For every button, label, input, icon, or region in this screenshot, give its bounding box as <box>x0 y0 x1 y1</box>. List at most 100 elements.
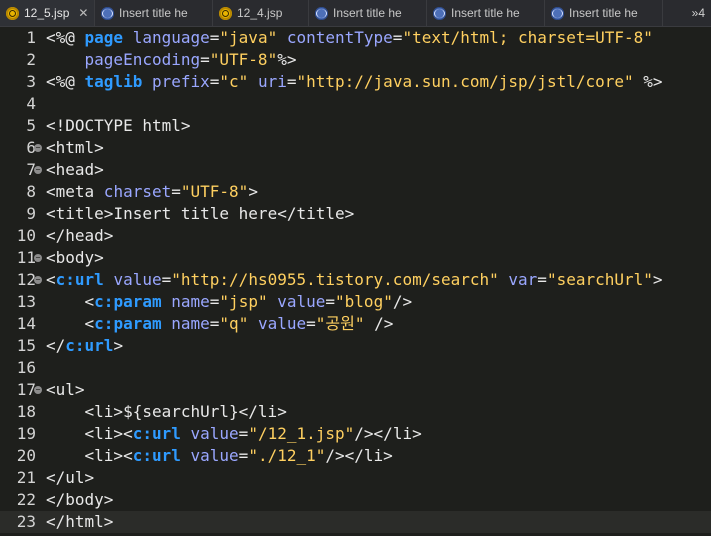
code-line[interactable]: 6− <html> <box>0 137 711 159</box>
line-number: 14 <box>16 314 36 333</box>
code-token: "q" <box>219 314 249 333</box>
web-page-icon <box>551 6 564 20</box>
code-text: </head> <box>46 225 113 247</box>
line-number: 17 <box>16 380 36 399</box>
line-number: 20 <box>16 446 36 465</box>
code-token: </head> <box>46 226 114 245</box>
code-line[interactable]: 9 <title>Insert title here</title> <box>0 203 711 225</box>
code-token: "UTF-8" <box>209 50 278 69</box>
tab-2[interactable]: Insert title he <box>95 0 213 26</box>
code-token: "http://java.sun.com/jsp/jstl/core" <box>296 72 634 91</box>
fold-collapse-icon[interactable]: − <box>34 386 42 394</box>
code-token: = <box>392 28 403 47</box>
code-line[interactable]: 19 <li><c:url value="/12_1.jsp"/></li> <box>0 423 711 445</box>
tab-label: Insert title he <box>119 6 188 20</box>
code-token: < <box>46 292 95 311</box>
line-number: 3 <box>26 72 36 91</box>
tab-6[interactable]: Insert title he <box>545 0 663 26</box>
line-number: 21 <box>16 468 36 487</box>
code-line[interactable]: 1 <%@ page language="java" contentType="t… <box>0 27 711 49</box>
code-line[interactable]: 20 <li><c:url value="./12_1"/></li> <box>0 445 711 467</box>
code-token: <li> <box>46 402 124 421</box>
tab-label: Insert title he <box>333 6 402 20</box>
line-number: 10 <box>16 226 36 245</box>
code-token: = <box>200 50 210 69</box>
code-token: %> <box>633 72 663 91</box>
code-editor[interactable]: 1 <%@ page language="java" contentType="t… <box>0 27 711 536</box>
code-line[interactable]: 2 pageEncoding="UTF-8"%> <box>0 49 711 71</box>
code-token: value <box>180 446 239 465</box>
code-line[interactable]: 11− <body> <box>0 247 711 269</box>
jsp-file-icon <box>219 6 232 20</box>
code-token: > <box>113 336 124 355</box>
code-token: "./12_1" <box>248 446 326 465</box>
code-text: </ul> <box>46 467 94 489</box>
code-token: = <box>537 270 547 289</box>
code-line[interactable]: 23 </html> <box>0 511 711 533</box>
code-token: /></li> <box>354 424 422 443</box>
code-token: c:param <box>94 292 162 311</box>
code-token: language <box>123 28 210 47</box>
code-token: </title> <box>277 204 355 223</box>
fold-collapse-icon[interactable]: − <box>34 276 42 284</box>
code-text: <!DOCTYPE html> <box>46 115 191 137</box>
code-token: > <box>248 182 258 201</box>
code-token: <html> <box>46 138 104 157</box>
code-token: < <box>46 270 56 289</box>
code-token: "text/html; charset=UTF-8" <box>402 28 653 47</box>
code-token: < <box>46 314 95 333</box>
close-icon[interactable]: ✕ <box>78 6 88 20</box>
code-text: <li><c:url value="/12_1.jsp"/></li> <box>46 423 422 445</box>
code-token: = <box>238 446 249 465</box>
code-token: <head> <box>46 160 104 179</box>
code-token: </body> <box>46 490 114 509</box>
code-token: var <box>498 270 538 289</box>
code-token: /></li> <box>325 446 393 465</box>
code-text: <head> <box>46 159 104 181</box>
code-line[interactable]: 16 <box>0 357 711 379</box>
code-token: <body> <box>46 248 104 267</box>
code-token: <title> <box>46 204 114 223</box>
code-token: value <box>267 292 326 311</box>
code-line[interactable]: 15 </c:url> <box>0 335 711 357</box>
fold-collapse-icon[interactable]: − <box>34 166 42 174</box>
tab-overflow-button[interactable]: »4 <box>686 0 711 26</box>
line-number: 12 <box>16 270 36 289</box>
code-token: </ <box>46 336 66 355</box>
tab-3[interactable]: 12_4.jsp <box>213 0 309 26</box>
tab-5[interactable]: Insert title he <box>427 0 545 26</box>
code-text: <li>${searchUrl}</li> <box>46 401 287 423</box>
code-text: <c:url value="http://hs0955.tistory.com/… <box>46 269 663 291</box>
jsp-file-icon <box>6 6 19 20</box>
code-token: = <box>209 28 220 47</box>
code-line[interactable]: 18 <li>${searchUrl}</li> <box>0 401 711 423</box>
code-token: = <box>171 182 181 201</box>
code-line[interactable]: 10 </head> <box>0 225 711 247</box>
code-line[interactable]: 14 <c:param name="q" value="공원" /> <box>0 313 711 335</box>
code-token: page <box>84 28 124 47</box>
code-line[interactable]: 5 <!DOCTYPE html> <box>0 115 711 137</box>
code-line[interactable]: 8 <meta charset="UTF-8"> <box>0 181 711 203</box>
code-token: "searchUrl" <box>546 270 653 289</box>
code-line[interactable]: 17− <ul> <box>0 379 711 401</box>
fold-collapse-icon[interactable]: − <box>34 144 42 152</box>
code-line[interactable]: 7− <head> <box>0 159 711 181</box>
code-token: = <box>209 72 220 91</box>
code-text: <%@ page language="java" contentType="te… <box>46 27 653 49</box>
code-token: <li>< <box>46 424 133 443</box>
code-text: <c:param name="q" value="공원" /> <box>46 313 394 335</box>
code-line[interactable]: 4 <box>0 93 711 115</box>
fold-collapse-icon[interactable]: − <box>34 254 42 262</box>
tab-4[interactable]: Insert title he <box>309 0 427 26</box>
code-text: <ul> <box>46 379 85 401</box>
code-line[interactable]: 21 </ul> <box>0 467 711 489</box>
code-line[interactable]: 22 </body> <box>0 489 711 511</box>
code-token: </html> <box>46 512 114 531</box>
tab-1[interactable]: 12_5.jsp ✕ <box>0 0 95 26</box>
code-line[interactable]: 3 <%@ taglib prefix="c" uri="http://java.… <box>0 71 711 93</box>
line-number: 5 <box>26 116 36 135</box>
web-page-icon <box>315 6 328 20</box>
code-line[interactable]: 13 <c:param name="jsp" value="blog"/> <box>0 291 711 313</box>
code-line[interactable]: 12− <c:url value="http://hs0955.tistory.c… <box>0 269 711 291</box>
line-number: 16 <box>16 358 36 377</box>
